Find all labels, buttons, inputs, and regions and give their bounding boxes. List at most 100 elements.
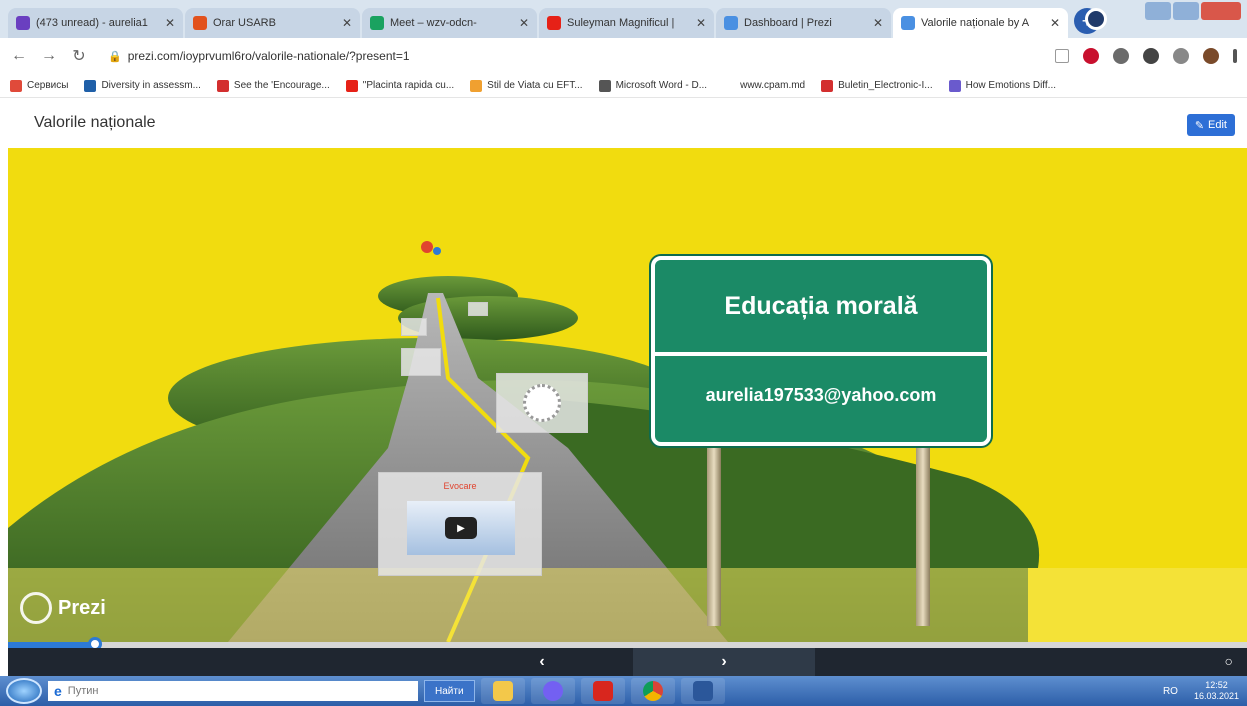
bookmark-item[interactable]: Microsoft Word - D... [598, 79, 708, 92]
bookmark-label: Microsoft Word - D... [615, 80, 708, 91]
bookmark-icon [948, 79, 961, 92]
clock-time: 12:52 [1205, 680, 1228, 690]
topic-frame[interactable] [401, 348, 441, 376]
tab-favicon-icon [16, 16, 30, 30]
bookmark-icon [216, 79, 229, 92]
tab[interactable]: Suleyman Magnificul | ✕ [539, 8, 714, 38]
extension-icon[interactable] [1113, 48, 1129, 64]
explorer-icon[interactable] [480, 678, 525, 704]
presentation-canvas[interactable]: Evocare ▶ Educația morală aurelia197533@… [8, 148, 1247, 642]
tab[interactable]: Dashboard | Prezi ✕ [716, 8, 891, 38]
bookmark-item[interactable]: Diversity in assessm... [84, 79, 201, 92]
profile-icon[interactable] [1085, 8, 1107, 30]
chrome-icon[interactable] [630, 678, 675, 704]
bookmark-label: Buletin_Electronic-I... [838, 80, 933, 91]
bookmark-label: www.cpam.md [740, 80, 806, 91]
map-pin-icon [433, 247, 441, 255]
taskbar: e Путин Найти RO 12:52 16.03.2021 [0, 676, 1247, 706]
bookmark-item[interactable]: Сервисы [10, 79, 69, 92]
bookmark-item[interactable]: www.cpam.md [723, 79, 806, 92]
tab-title: Suleyman Magnificul | [567, 17, 675, 29]
bookmark-label: How Emotions Diff... [965, 80, 1057, 91]
find-button[interactable]: Найти [424, 680, 475, 702]
presentation-controls: ‹ › ○ [8, 648, 1247, 676]
bookmark-icon [345, 79, 358, 92]
bookmarks-bar: Сервисы Diversity in assessm... See the 'E… [0, 74, 1247, 98]
tab-favicon-icon [370, 16, 384, 30]
bookmark-item[interactable]: Stil de Viata cu EFT... [470, 79, 583, 92]
tab-favicon-icon [193, 16, 207, 30]
bookmark-item[interactable]: How Emotions Diff... [948, 79, 1057, 92]
bookmark-icon [723, 79, 736, 92]
topic-frame[interactable] [496, 373, 588, 433]
frame-caption: Evocare [443, 481, 477, 491]
video-frame[interactable]: Evocare ▶ [378, 472, 542, 576]
star-icon[interactable] [1055, 49, 1069, 63]
clock-date: 16.03.2021 [1193, 691, 1239, 701]
tab[interactable]: Orar USARB ✕ [185, 8, 360, 38]
adblock-icon[interactable] [1083, 48, 1099, 64]
search-input[interactable]: e Путин [48, 681, 418, 701]
road-sign[interactable]: Educația morală aurelia197533@yahoo.com [651, 256, 991, 446]
close-tab-icon[interactable]: ✕ [873, 16, 883, 30]
start-button[interactable] [6, 678, 42, 704]
bookmark-icon [470, 79, 483, 92]
prezi-logo: Prezi [20, 592, 106, 624]
tab[interactable]: (473 unread) - aurelia1 ✕ [8, 8, 183, 38]
close-tab-icon[interactable]: ✕ [1050, 16, 1060, 30]
lock-icon: 🔒 [108, 50, 122, 63]
sign-email: aurelia197533@yahoo.com [705, 384, 937, 405]
topic-frame[interactable] [401, 318, 427, 336]
play-button[interactable]: ▶ [445, 517, 477, 539]
close-tab-icon[interactable]: ✕ [342, 16, 352, 30]
pdf-icon[interactable] [580, 678, 625, 704]
search-placeholder: Путин [67, 685, 99, 697]
tab[interactable]: Valorile naționale by A ✕ [893, 8, 1068, 38]
reload-icon[interactable]: ↻ [70, 46, 88, 66]
bookmark-label: Сервисы [27, 80, 69, 91]
url-bar[interactable]: 🔒 prezi.com/ioyprvuml6ro/valorile-nation… [100, 42, 1043, 70]
back-icon[interactable]: ← [10, 47, 28, 65]
word-icon[interactable] [680, 678, 725, 704]
fullscreen-icon[interactable]: ○ [1225, 653, 1233, 669]
sign-post-left [707, 446, 721, 626]
maximize-button[interactable] [1173, 2, 1199, 20]
avatar[interactable] [1203, 48, 1219, 64]
bookmark-item[interactable]: Buletin_Electronic-I... [821, 79, 933, 92]
landscape-illustration [8, 276, 1247, 642]
reading-list-icon[interactable] [1173, 48, 1189, 64]
language-indicator[interactable]: RO [1163, 686, 1178, 697]
close-tab-icon[interactable]: ✕ [519, 16, 529, 30]
bookmark-item[interactable]: See the 'Encourage... [216, 79, 330, 92]
bookmark-label: Stil de Viata cu EFT... [487, 80, 583, 91]
window-controls [1145, 2, 1241, 20]
tab-title: Dashboard | Prezi [744, 17, 832, 29]
close-window-button[interactable] [1201, 2, 1241, 20]
close-tab-icon[interactable]: ✕ [165, 16, 175, 30]
menu-icon[interactable] [1233, 49, 1237, 63]
minimize-button[interactable] [1145, 2, 1171, 20]
edit-button[interactable]: ✎ Edit [1186, 114, 1235, 136]
viber-icon[interactable] [530, 678, 575, 704]
tab-favicon-icon [901, 16, 915, 30]
fog [8, 568, 1247, 642]
tab[interactable]: Meet – wzv-odcn- ✕ [362, 8, 537, 38]
tab-title: Valorile naționale by A [921, 17, 1030, 29]
topic-frame[interactable] [468, 302, 488, 316]
ie-icon: e [54, 683, 62, 699]
tab-favicon-icon [724, 16, 738, 30]
previous-button[interactable]: ‹ [451, 648, 633, 676]
tab-title: (473 unread) - aurelia1 [36, 17, 148, 29]
clock[interactable]: 12:52 16.03.2021 [1194, 680, 1239, 702]
page-title: Valorile naționale [34, 114, 156, 131]
next-button[interactable]: › [633, 648, 815, 676]
edit-label: Edit [1208, 119, 1227, 131]
close-tab-icon[interactable]: ✕ [696, 16, 706, 30]
bookmark-item[interactable]: "Placinta rapida cu... [345, 79, 454, 92]
forward-icon[interactable]: → [40, 47, 58, 65]
system-tray: RO 12:52 16.03.2021 [1163, 680, 1239, 702]
sign-post-right [916, 446, 930, 626]
puzzle-icon[interactable] [1143, 48, 1159, 64]
bookmark-icon [598, 79, 611, 92]
bookmark-label: See the 'Encourage... [233, 80, 330, 91]
